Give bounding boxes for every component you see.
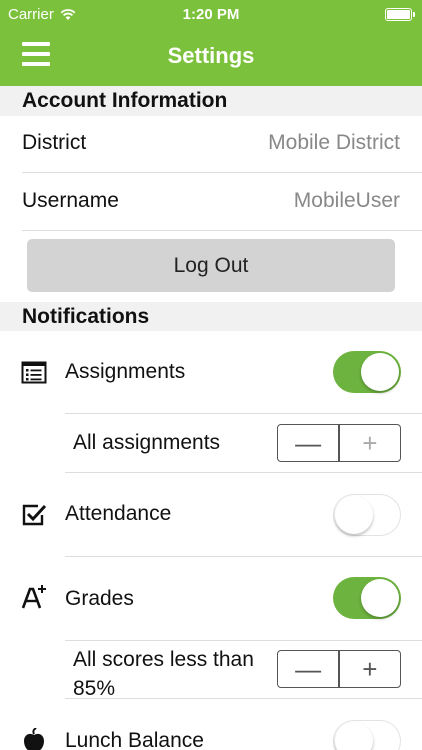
divider xyxy=(65,640,422,641)
grades-toggle[interactable] xyxy=(333,577,401,619)
page-title: Settings xyxy=(167,43,255,68)
assignments-filter-stepper: — + xyxy=(277,424,401,462)
nav-header: Carrier 1:20 PM Settings xyxy=(0,0,422,86)
assignments-label: Assignments xyxy=(65,360,186,383)
assignments-toggle[interactable] xyxy=(333,351,401,393)
attendance-label: Attendance xyxy=(65,502,172,525)
divider xyxy=(22,230,422,231)
grades-filter-stepper: — + xyxy=(277,650,401,688)
divider xyxy=(65,698,422,699)
grades-label: Grades xyxy=(65,587,134,610)
list-icon xyxy=(21,361,47,384)
divider xyxy=(22,172,422,173)
account-section-header: Account Information xyxy=(0,86,422,116)
status-bar: Carrier 1:20 PM xyxy=(0,0,422,30)
divider xyxy=(65,556,422,557)
status-time: 1:20 PM xyxy=(182,6,240,23)
checkbox-icon xyxy=(22,504,47,526)
logout-button[interactable]: Log Out xyxy=(27,239,395,292)
district-label: District xyxy=(22,131,87,154)
district-value: Mobile District xyxy=(268,131,400,154)
stepper-minus-button[interactable]: — xyxy=(278,651,338,687)
attendance-toggle[interactable] xyxy=(333,494,401,536)
battery-icon xyxy=(385,8,415,21)
username-value: MobileUser xyxy=(293,189,400,212)
divider xyxy=(65,472,422,473)
apple-icon xyxy=(24,728,44,750)
lunch-balance-label: Lunch Balance xyxy=(65,729,204,750)
notifications-section-header: Notifications xyxy=(0,302,422,331)
grade-a-plus-icon xyxy=(21,585,46,609)
stepper-plus-button[interactable]: + xyxy=(340,651,400,687)
grades-filter-label: All scores less than 85% xyxy=(73,648,254,700)
lunch-balance-toggle[interactable] xyxy=(333,720,401,750)
username-label: Username xyxy=(22,189,119,212)
divider xyxy=(65,413,422,414)
stepper-plus-button[interactable]: + xyxy=(340,425,400,461)
assignments-filter-label: All assignments xyxy=(73,431,221,454)
stepper-minus-button[interactable]: — xyxy=(278,425,338,461)
